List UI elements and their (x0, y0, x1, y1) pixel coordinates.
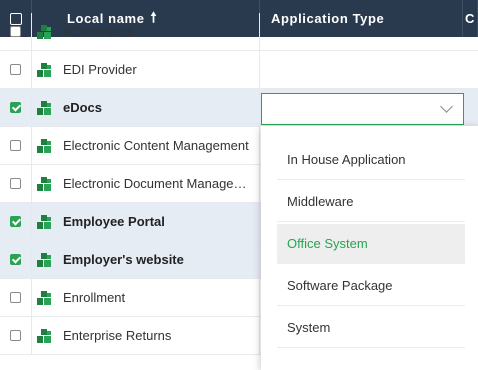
application-icon (36, 138, 52, 154)
row-label: eCommerce (63, 24, 134, 39)
row-checkbox-cell[interactable] (0, 279, 32, 316)
application-icon (36, 214, 52, 230)
local-name-cell[interactable]: Electronic Content Management (32, 127, 260, 164)
row-checkbox[interactable] (10, 330, 21, 341)
row-label: Employer's website (63, 252, 184, 267)
row-checkbox-cell[interactable] (0, 317, 32, 354)
application-icon (36, 24, 52, 40)
application-icon (36, 290, 52, 306)
local-name-cell[interactable]: Enrollment (32, 279, 260, 316)
application-type-cell[interactable] (260, 51, 478, 88)
row-checkbox-cell[interactable] (0, 165, 32, 202)
dropdown-option[interactable]: In House Application (277, 140, 465, 180)
application-icon (36, 62, 52, 78)
application-icon (36, 328, 52, 344)
row-label: Enterprise Returns (63, 328, 172, 343)
dropdown-option[interactable]: Software Package (277, 266, 465, 306)
row-checkbox-cell[interactable] (0, 127, 32, 164)
row-checkbox-cell[interactable] (0, 13, 32, 50)
row-checkbox[interactable] (10, 216, 21, 227)
application-type-dropdown: In House Application Middleware Office Sys… (261, 126, 478, 370)
table-row[interactable]: eCommerce (0, 13, 478, 51)
dropdown-option[interactable]: Office System (277, 224, 465, 264)
row-checkbox[interactable] (10, 64, 21, 75)
local-name-cell[interactable]: Employer's website (32, 241, 260, 278)
row-checkbox-cell[interactable] (0, 241, 32, 278)
row-checkbox[interactable] (10, 178, 21, 189)
application-icon (36, 252, 52, 268)
local-name-cell[interactable]: eDocs (32, 89, 260, 126)
application-type-select[interactable] (261, 93, 464, 125)
application-icon (36, 176, 52, 192)
row-checkbox-cell[interactable] (0, 89, 32, 126)
local-name-cell[interactable]: Electronic Document Management (32, 165, 260, 202)
local-name-cell[interactable]: EDI Provider (32, 51, 260, 88)
row-checkbox[interactable] (10, 26, 21, 37)
row-checkbox[interactable] (10, 254, 21, 265)
chevron-down-icon[interactable] (440, 100, 453, 113)
dropdown-option[interactable]: System (277, 308, 465, 348)
row-checkbox[interactable] (10, 102, 21, 113)
row-label: EDI Provider (63, 62, 137, 77)
row-label: Electronic Document Management (63, 176, 251, 191)
local-name-cell[interactable]: eCommerce (32, 13, 260, 50)
row-checkbox[interactable] (10, 292, 21, 303)
row-checkbox-cell[interactable] (0, 51, 32, 88)
local-name-cell[interactable]: Employee Portal (32, 203, 260, 240)
dropdown-option[interactable]: Middleware (277, 182, 465, 222)
row-checkbox[interactable] (10, 140, 21, 151)
row-checkbox-cell[interactable] (0, 203, 32, 240)
row-label: Employee Portal (63, 214, 165, 229)
application-icon (36, 100, 52, 116)
table-row[interactable]: EDI Provider (0, 51, 478, 89)
application-type-cell[interactable] (260, 13, 478, 50)
local-name-cell[interactable]: Enterprise Returns (32, 317, 260, 354)
row-label: Electronic Content Management (63, 138, 249, 153)
row-label: Enrollment (63, 290, 126, 305)
row-label: eDocs (63, 100, 103, 115)
